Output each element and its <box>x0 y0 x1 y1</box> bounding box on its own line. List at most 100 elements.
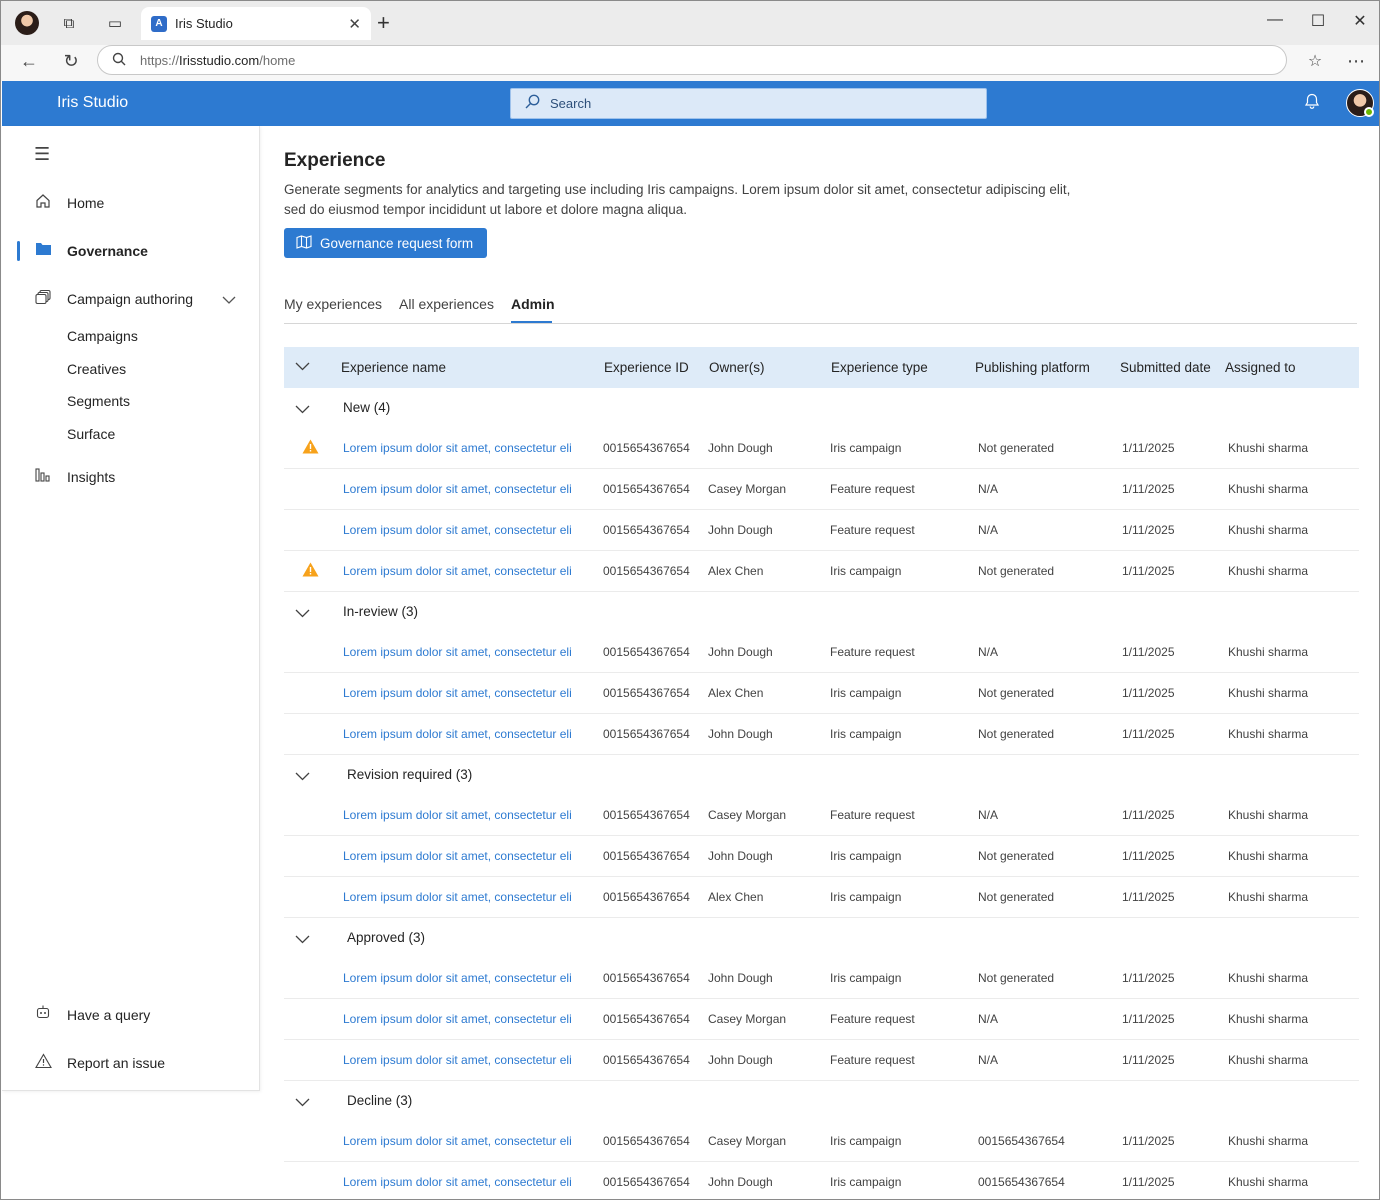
experience-name-link[interactable]: Lorem ipsum dolor sit amet, consectetur … <box>343 1012 572 1026</box>
experience-name-link[interactable]: Lorem ipsum dolor sit amet, consectetur … <box>343 849 572 863</box>
group-chevron-down-icon[interactable] <box>295 1095 310 1110</box>
experience-name-link[interactable]: Lorem ipsum dolor sit amet, consectetur … <box>343 441 572 455</box>
sidebar-subitem-creatives[interactable]: Creatives <box>67 361 126 377</box>
url-field[interactable]: https://Irisstudio.com/home <box>97 45 1287 75</box>
maximize-icon[interactable]: ☐ <box>1306 11 1330 31</box>
experience-name-link[interactable]: Lorem ipsum dolor sit amet, consectetur … <box>343 1175 572 1189</box>
minimize-icon[interactable]: — <box>1263 11 1287 29</box>
governance-request-form-button[interactable]: Governance request form <box>284 228 487 258</box>
table-row[interactable]: Lorem ipsum dolor sit amet, consectetur … <box>284 632 1359 673</box>
experience-name-link[interactable]: Lorem ipsum dolor sit amet, consectetur … <box>343 890 572 904</box>
tab-admin[interactable]: Admin <box>511 296 555 312</box>
experience-name-link[interactable]: Lorem ipsum dolor sit amet, consectetur … <box>343 523 572 537</box>
sidebar-subitem-campaigns[interactable]: Campaigns <box>67 328 138 344</box>
collapse-all-chevron-icon[interactable] <box>295 359 310 374</box>
collections-icon[interactable]: ⧉ <box>59 13 79 33</box>
sidebar-subitem-segments[interactable]: Segments <box>67 393 130 409</box>
search-input[interactable]: Search <box>510 88 987 119</box>
table-row[interactable]: Lorem ipsum dolor sit amet, consectetur … <box>284 1162 1359 1199</box>
group-chevron-down-icon[interactable] <box>295 606 310 621</box>
experience-name-link[interactable]: Lorem ipsum dolor sit amet, consectetur … <box>343 686 572 700</box>
table-row[interactable]: Lorem ipsum dolor sit amet, consectetur … <box>284 1040 1359 1081</box>
experience-name-link[interactable]: Lorem ipsum dolor sit amet, consectetur … <box>343 482 572 496</box>
group-header-row[interactable]: In-review (3) <box>284 592 1359 632</box>
group-header-row[interactable]: Approved (3) <box>284 918 1359 958</box>
table-row[interactable]: Lorem ipsum dolor sit amet, consectetur … <box>284 714 1359 755</box>
browser-tab[interactable]: A Iris Studio ✕ <box>141 7 371 40</box>
tab-all-experiences[interactable]: All experiences <box>399 296 494 312</box>
owner-cell: John Dough <box>708 645 773 659</box>
table-row[interactable]: Lorem ipsum dolor sit amet, consectetur … <box>284 958 1359 999</box>
submitted-date-cell: 1/11/2025 <box>1122 523 1175 537</box>
owner-cell: John Dough <box>708 523 773 537</box>
sidebar-item-campaign-authoring[interactable]: Campaign authoring <box>2 281 260 317</box>
assigned-to-cell: Khushi sharma <box>1228 1012 1309 1026</box>
sidebar-subitem-surface[interactable]: Surface <box>67 426 115 442</box>
table-row[interactable]: Lorem ipsum dolor sit amet, consectetur … <box>284 795 1359 836</box>
chevron-down-icon[interactable] <box>222 292 236 307</box>
table-row[interactable]: Lorem ipsum dolor sit amet, consectetur … <box>284 1121 1359 1162</box>
refresh-icon[interactable]: ↻ <box>59 51 83 72</box>
tab-my-experiences[interactable]: My experiences <box>284 296 382 312</box>
column-header-owners[interactable]: Owner(s) <box>709 360 765 375</box>
publishing-platform-cell: Not generated <box>978 686 1055 700</box>
experience-name-link[interactable]: Lorem ipsum dolor sit amet, consectetur … <box>343 727 572 741</box>
sidebar-item-insights[interactable]: Insights <box>2 459 260 495</box>
app-title: Iris Studio <box>57 94 129 111</box>
group-header-row[interactable]: New (4) <box>284 388 1359 428</box>
table-row[interactable]: Lorem ipsum dolor sit amet, consectetur … <box>284 999 1359 1040</box>
tab-actions-icon[interactable]: ▭ <box>105 13 125 33</box>
search-placeholder: Search <box>550 96 592 111</box>
column-header-publishing-platform[interactable]: Publishing platform <box>975 360 1090 375</box>
experience-type-cell: Iris campaign <box>830 1175 902 1189</box>
app-header: Iris Studio Search <box>2 81 1379 126</box>
experience-type-cell: Feature request <box>830 1053 915 1067</box>
group-header-row[interactable]: Decline (3) <box>284 1081 1359 1121</box>
back-icon[interactable]: ← <box>17 51 41 72</box>
column-header-assigned-to[interactable]: Assigned to <box>1225 360 1296 375</box>
close-window-icon[interactable]: ✕ <box>1348 11 1372 31</box>
table-row[interactable]: Lorem ipsum dolor sit amet, consectetur … <box>284 551 1359 592</box>
table-row[interactable]: Lorem ipsum dolor sit amet, consectetur … <box>284 673 1359 714</box>
table-row[interactable]: Lorem ipsum dolor sit amet, consectetur … <box>284 510 1359 551</box>
table-row[interactable]: Lorem ipsum dolor sit amet, consectetur … <box>284 877 1359 918</box>
sidebar-item-report-an-issue[interactable]: Report an issue <box>2 1045 260 1081</box>
experience-id-cell: 0015654367654 <box>603 1053 690 1067</box>
group-header-row[interactable]: Revision required (3) <box>284 755 1359 795</box>
column-header-experience-name[interactable]: Experience name <box>341 360 446 375</box>
browser-window: ⧉ ▭ A Iris Studio ✕ + — ☐ ✕ ← ↻ https://… <box>0 0 1380 1200</box>
table-row[interactable]: Lorem ipsum dolor sit amet, consectetur … <box>284 836 1359 877</box>
experience-name-link[interactable]: Lorem ipsum dolor sit amet, consectetur … <box>343 808 572 822</box>
owner-cell: Alex Chen <box>708 890 764 904</box>
sidebar-item-home[interactable]: Home <box>2 185 260 221</box>
experience-name-link[interactable]: Lorem ipsum dolor sit amet, consectetur … <box>343 564 572 578</box>
table-row[interactable]: Lorem ipsum dolor sit amet, consectetur … <box>284 428 1359 469</box>
hamburger-menu-icon[interactable]: ☰ <box>34 144 50 165</box>
column-header-experience-type[interactable]: Experience type <box>831 360 928 375</box>
sidebar-item-have-a-query[interactable]: Have a query <box>2 997 260 1033</box>
assigned-to-cell: Khushi sharma <box>1228 482 1309 496</box>
table-row[interactable]: Lorem ipsum dolor sit amet, consectetur … <box>284 469 1359 510</box>
group-chevron-down-icon[interactable] <box>295 932 310 947</box>
experience-name-link[interactable]: Lorem ipsum dolor sit amet, consectetur … <box>343 971 572 985</box>
experience-name-link[interactable]: Lorem ipsum dolor sit amet, consectetur … <box>343 1134 572 1148</box>
column-header-experience-id[interactable]: Experience ID <box>604 360 689 375</box>
close-tab-icon[interactable]: ✕ <box>348 15 361 33</box>
favorites-icon[interactable]: ☆ <box>1303 51 1327 71</box>
experience-type-cell: Feature request <box>830 482 915 496</box>
publishing-platform-cell: 0015654367654 <box>978 1175 1065 1189</box>
new-tab-icon[interactable]: + <box>377 11 390 35</box>
group-chevron-down-icon[interactable] <box>295 402 310 417</box>
owner-cell: John Dough <box>708 727 773 741</box>
experience-name-link[interactable]: Lorem ipsum dolor sit amet, consectetur … <box>343 1053 572 1067</box>
profile-avatar[interactable] <box>15 11 39 35</box>
more-options-icon[interactable]: ⋯ <box>1344 51 1368 72</box>
column-header-submitted-date[interactable]: Submitted date <box>1120 360 1211 375</box>
experience-name-link[interactable]: Lorem ipsum dolor sit amet, consectetur … <box>343 645 572 659</box>
assigned-to-cell: Khushi sharma <box>1228 441 1309 455</box>
stack-icon <box>34 289 52 310</box>
group-chevron-down-icon[interactable] <box>295 769 310 784</box>
notification-bell-icon[interactable] <box>1304 93 1320 115</box>
assigned-to-cell: Khushi sharma <box>1228 1053 1309 1067</box>
sidebar-item-governance[interactable]: Governance <box>2 233 260 269</box>
